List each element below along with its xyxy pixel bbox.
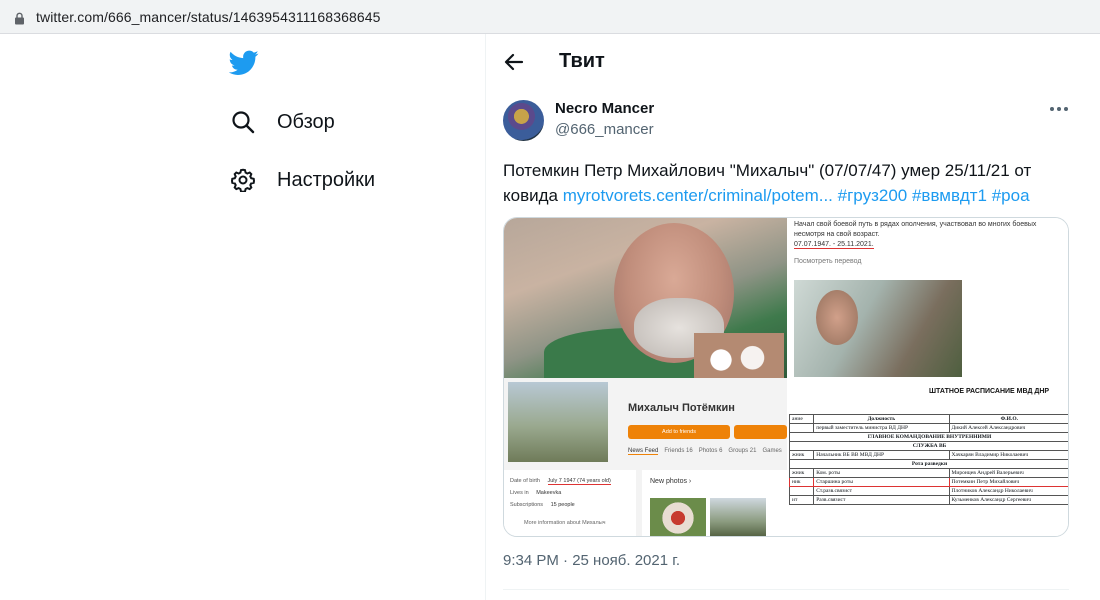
table-cell: ание <box>788 414 815 424</box>
divider <box>503 589 1069 590</box>
url-field[interactable]: twitter.com/666_mancer/status/1463954311… <box>4 3 1096 31</box>
hashtag[interactable]: #роа <box>992 186 1030 205</box>
table-row: жник Ком. роты Миронцев Андрей Валерьеви… <box>788 468 1068 478</box>
page-header: Твит <box>486 34 1100 90</box>
table-cell: Ф.И.О. <box>948 414 1068 424</box>
tweet-link[interactable]: myrotvorets.center/criminal/potem... <box>563 186 833 205</box>
table-row: СЛУЖБА ВБ <box>789 441 1068 451</box>
media-photo-portrait[interactable] <box>504 218 787 388</box>
add-friends-button: Add to friends <box>628 425 730 439</box>
table-cell: жник <box>788 450 815 460</box>
table-cell: Хачкарян Владимир Николаевич <box>948 450 1068 460</box>
table-cell: ГЛАВНОЕ КОМАНДОВАНИЕ ВНУТРЕННИМИ <box>789 432 1068 442</box>
profile-name: Михалыч Потёмкин <box>628 402 735 414</box>
profile-info-row: Lives in Makeevka <box>510 490 561 496</box>
more-info-link: More information about Михалыч <box>524 520 606 526</box>
hashtag[interactable]: #груз200 <box>838 186 908 205</box>
tweet-timestamp[interactable]: 9:34 PM · 25 нояб. 2021 г. <box>503 552 680 569</box>
doc-text-line: несмотря на свой возраст. <box>794 231 880 238</box>
doc-dates: 07.07.1947. - 25.11.2021. <box>794 241 874 249</box>
info-label: Subscriptions <box>510 502 544 508</box>
hashtag[interactable]: #ввмвдт1 <box>912 186 987 205</box>
table-cell: первый заместитель министра ВД ДНР <box>813 423 950 433</box>
profile-photo <box>508 382 608 462</box>
new-photo-thumb <box>650 498 706 536</box>
search-icon <box>229 108 257 136</box>
table-cell: СЛУЖБА ВБ <box>789 441 1068 451</box>
table-row: ит Разв.связист Кузьменков Александр Сер… <box>788 495 1068 505</box>
table-row-highlighted: ник Старшина роты Потемкин Петр Михайлов… <box>788 477 1068 487</box>
tweet-text: Потемкин Петр Михайлович "Михалыч" (07/0… <box>503 158 1083 208</box>
table-cell: Начальник ВБ ВВ МВД ДНР <box>813 450 950 460</box>
table-cell: Ст.разв.связист <box>813 486 950 496</box>
staff-table: ание Должность Ф.И.О. первый заместитель… <box>788 414 1068 505</box>
nav-item-explore[interactable]: Обзор <box>229 102 335 142</box>
photo-flowers <box>694 333 784 378</box>
profile-tab: Groups 21 <box>728 448 757 454</box>
profile-tab: Photos 6 <box>698 448 723 454</box>
nav-item-label: Настройки <box>277 168 376 191</box>
media-document[interactable]: Начал свой боевой путь в рядах ополчения… <box>788 218 1068 536</box>
author-handle[interactable]: @666_mancer <box>555 121 654 138</box>
gear-icon <box>229 166 257 194</box>
profile-info: Date of birth July 7 1947 (74 years old)… <box>504 470 636 536</box>
doc-translate: Посмотреть перевод <box>794 258 862 265</box>
profile-tab: Friends 16 <box>664 448 693 454</box>
info-value: July 7 1947 (74 years old) <box>547 478 611 485</box>
doc-text-line: Начал свой боевой путь в рядах ополчения… <box>794 221 1037 228</box>
table-row: Рота разведки <box>789 459 1068 469</box>
tweet-media[interactable]: Начал свой боевой путь в рядах ополчения… <box>503 217 1069 537</box>
table-cell: Плотников Александр Николаевич <box>948 486 1068 496</box>
table-row: первый заместитель министра ВД ДНР Дикий… <box>788 423 1068 433</box>
twitter-logo-icon[interactable] <box>229 50 259 76</box>
table-cell: ит <box>788 495 815 505</box>
table-row: ГЛАВНОЕ КОМАНДОВАНИЕ ВНУТРЕННИМИ <box>789 432 1068 442</box>
doc-photo-face <box>816 290 858 345</box>
doc-photo <box>794 280 962 377</box>
table-row: Ст.разв.связист Плотников Александр Нико… <box>788 486 1068 496</box>
new-photo-thumb <box>710 498 766 536</box>
info-value: 15 people <box>550 502 575 508</box>
back-arrow-icon[interactable] <box>502 50 526 74</box>
table-cell: Должность <box>813 414 950 424</box>
main-column: Твит Necro Mancer @666_mancer Потемкин П… <box>485 34 1100 600</box>
new-photos-block: New photos › <box>642 470 787 536</box>
table-row: ание Должность Ф.И.О. <box>788 414 1068 424</box>
doc-title: ШТАТНОЕ РАСПИСАНИЕ МВД ДНР <box>929 388 1050 395</box>
table-cell: Миронцев Андрей Валерьевич <box>948 468 1068 478</box>
table-cell: ник <box>788 477 815 487</box>
more-options-icon[interactable] <box>1048 100 1070 118</box>
table-cell: Дикий Алексей Александрович <box>948 423 1068 433</box>
table-cell: Ком. роты <box>813 468 950 478</box>
browser-address-bar: twitter.com/666_mancer/status/1463954311… <box>0 0 1100 34</box>
table-cell: Рота разведки <box>789 459 1068 469</box>
table-cell: Разв.связист <box>813 495 950 505</box>
author-name[interactable]: Necro Mancer <box>555 100 654 117</box>
table-row: жник Начальник ВБ ВВ МВД ДНР Хачкарян Вл… <box>788 450 1068 460</box>
table-cell: Кузьменков Александр Сергеевич <box>948 495 1068 505</box>
page-title: Твит <box>559 50 605 72</box>
profile-info-row: Subscriptions 15 people <box>510 502 575 508</box>
table-cell <box>788 423 815 433</box>
profile-info-row: Date of birth July 7 1947 (74 years old) <box>510 478 611 485</box>
table-cell: жник <box>788 468 815 478</box>
avatar[interactable] <box>503 100 544 141</box>
table-cell: Потемкин Петр Михайлович <box>948 477 1068 487</box>
lock-icon <box>15 12 24 25</box>
table-cell <box>788 486 815 496</box>
new-photos-title: New photos › <box>650 478 692 485</box>
profile-tabs: News Feed Friends 16 Photos 6 Groups 21 … <box>628 448 782 455</box>
profile-tab: News Feed <box>628 448 659 455</box>
nav-item-settings[interactable]: Настройки <box>229 160 375 200</box>
url-text: twitter.com/666_mancer/status/1463954311… <box>36 9 381 25</box>
info-value: Makeevka <box>536 490 562 496</box>
info-label: Date of birth <box>510 478 540 484</box>
nav-item-label: Обзор <box>277 110 335 133</box>
info-label: Lives in <box>510 490 529 496</box>
profile-tab: Games <box>762 448 782 454</box>
message-button <box>734 425 787 439</box>
media-profile-screenshot[interactable]: Михалыч Потёмкин Add to friends News Fee… <box>504 378 787 536</box>
table-cell: Старшина роты <box>813 477 950 487</box>
